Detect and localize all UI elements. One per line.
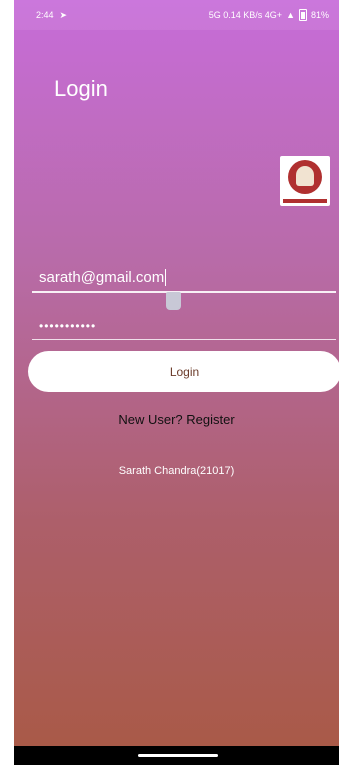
status-bar: 2:44 ➤ 5G 0.14 KB/s 4G+ ▲ 81% [14,0,339,30]
logo-motto [283,199,327,203]
email-value: sarath@gmail.com [39,268,165,286]
email-field[interactable]: sarath@gmail.com [32,263,336,293]
signal-icon: ▲ [286,10,295,20]
register-link[interactable]: New User? Register [14,412,339,427]
navigation-bar [14,746,339,765]
institution-logo [280,156,330,206]
login-button[interactable]: Login [28,351,341,392]
battery-icon [298,9,307,21]
logo-building-icon [296,166,314,186]
status-time: 2:44 [36,10,54,20]
app-screen: 2:44 ➤ 5G 0.14 KB/s 4G+ ▲ 81% Login sara… [14,0,341,746]
logo-emblem [288,160,322,194]
network-status: 5G 0.14 KB/s 4G+ [208,10,283,20]
cursor-handle[interactable] [166,292,181,310]
password-field[interactable]: ••••••••••• [32,312,336,340]
developer-credit: Sarath Chandra(21017) [118,465,235,477]
telegram-icon: ➤ [59,9,68,20]
page-title: Login [54,76,108,101]
home-gesture-handle[interactable] [138,754,218,757]
status-left: 2:44 ➤ [36,10,67,21]
password-value: ••••••••••• [39,318,97,333]
text-cursor [165,268,167,286]
status-right: 5G 0.14 KB/s 4G+ ▲ 81% [209,9,329,21]
battery-level: 81% [310,10,329,20]
